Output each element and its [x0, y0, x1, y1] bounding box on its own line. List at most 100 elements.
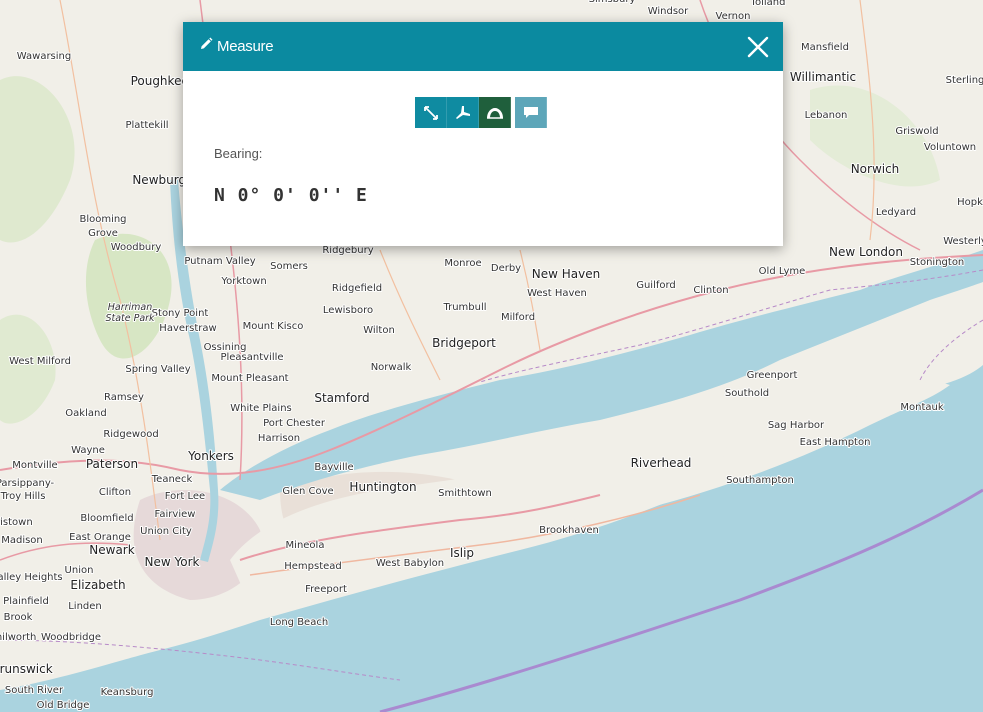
measure-panel: Measure Bearing: N 0° 0' 0'' E — [183, 22, 783, 246]
place-label: Blooming — [79, 214, 126, 225]
place-label: Griswold — [895, 126, 938, 137]
place-label: Plainfield — [3, 596, 49, 607]
place-label: Guilford — [636, 280, 676, 291]
comment-icon — [523, 106, 538, 118]
place-label: West Haven — [527, 288, 587, 299]
place-label: Clifton — [99, 487, 131, 498]
place-label: Brookhaven — [539, 525, 599, 536]
place-label: Fort Lee — [165, 491, 205, 502]
place-label: Stonington — [910, 257, 965, 268]
place-label: Parsippany- — [0, 478, 55, 489]
place-label: Somers — [270, 261, 308, 272]
place-label: East Hampton — [800, 437, 871, 448]
place-label: Derby — [491, 263, 521, 274]
place-label: Windsor — [648, 6, 689, 17]
place-label: Wilton — [363, 325, 395, 336]
place-label: Sterling — [946, 75, 983, 86]
pencil-icon — [199, 37, 213, 56]
place-label: Mount Pleasant — [211, 373, 288, 384]
place-label: Norwich — [851, 162, 900, 176]
close-icon — [747, 36, 769, 57]
place-label: Westerly — [943, 236, 983, 247]
place-label: Ledyard — [876, 207, 916, 218]
place-label: Freeport — [305, 584, 347, 595]
place-label: Kenilworth — [0, 632, 36, 643]
place-label: Glen Cove — [282, 486, 333, 497]
place-label: Old Bridge — [37, 700, 90, 711]
place-label: Brunswick — [0, 662, 53, 676]
place-label: Paterson — [86, 457, 138, 471]
bearing-value: N 0° 0' 0'' E — [214, 185, 368, 206]
place-label: Linden — [68, 601, 102, 612]
measure-area-button[interactable] — [447, 97, 479, 128]
place-label: Islip — [450, 546, 474, 560]
place-label: Montauk — [900, 402, 943, 413]
place-label: Valley Heights — [0, 572, 63, 583]
place-label: Elizabeth — [70, 578, 125, 592]
place-label: Milford — [501, 312, 535, 323]
place-label: Oakland — [65, 408, 106, 419]
place-label: Yonkers — [187, 449, 234, 463]
place-label: Monroe — [444, 258, 481, 269]
title-wrap: Measure — [199, 37, 274, 56]
place-label: Plattekill — [125, 120, 168, 131]
place-label: East Orange — [69, 532, 131, 543]
place-label: White Plains — [230, 403, 292, 414]
measure-bearing-button[interactable] — [479, 97, 511, 128]
place-label: New London — [829, 245, 903, 259]
place-label: Morristown — [0, 517, 33, 528]
place-label: Montville — [12, 460, 57, 471]
place-label: Greenport — [747, 370, 798, 381]
place-label: Port Chester — [263, 418, 326, 429]
place-label: Troy Hills — [0, 491, 45, 502]
place-label: Sag Harbor — [768, 420, 825, 431]
place-label: Teaneck — [151, 474, 193, 485]
place-label: Bloomfield — [80, 513, 133, 524]
place-label: Spring Valley — [125, 364, 190, 375]
place-label: New York — [145, 555, 200, 569]
place-label: Fairview — [155, 509, 196, 520]
comment-button[interactable] — [515, 97, 547, 128]
place-label: Norwalk — [371, 362, 412, 373]
place-label: West Babylon — [376, 558, 444, 569]
place-label: Lebanon — [805, 110, 848, 121]
place-label: Wawarsing — [17, 51, 71, 62]
place-label: Harriman — [108, 302, 153, 313]
place-label: Simsbury — [589, 0, 636, 5]
place-label: State Park — [105, 313, 155, 324]
place-label: Woodbridge — [41, 632, 101, 643]
close-button[interactable] — [746, 35, 770, 59]
place-label: Grove — [88, 228, 118, 239]
measure-toolbar — [415, 97, 547, 128]
place-label: Southampton — [726, 475, 794, 486]
place-label: Woodbury — [111, 242, 162, 253]
place-label: Union — [65, 565, 94, 576]
place-label: New Haven — [532, 267, 600, 281]
place-label: South River — [5, 685, 64, 696]
place-label: Madison — [1, 535, 43, 546]
place-label: Voluntown — [924, 142, 976, 153]
place-label: Lewisboro — [323, 305, 373, 316]
place-label: West Milford — [9, 356, 71, 367]
place-label: Huntington — [349, 480, 416, 494]
place-label: Wayne — [71, 445, 105, 456]
place-label: Southold — [725, 388, 769, 399]
place-label: Riverhead — [631, 456, 692, 470]
place-label: Pleasantville — [220, 352, 283, 363]
place-label: Newark — [89, 543, 134, 557]
measure-distance-button[interactable] — [415, 97, 447, 128]
place-label: Mount Kisco — [243, 321, 304, 332]
place-label: Bayville — [314, 462, 353, 473]
place-label: Harrison — [258, 433, 300, 444]
place-label: Hempstead — [284, 561, 342, 572]
place-label: Yorktown — [220, 276, 266, 287]
place-label: Vernon — [716, 11, 751, 22]
place-label: Tolland — [750, 0, 786, 8]
place-label: Bridgeport — [432, 336, 496, 350]
place-label: Ridgewood — [103, 429, 158, 440]
place-label: Willimantic — [790, 70, 856, 84]
place-label: Union City — [140, 526, 192, 537]
measure-distance-icon — [423, 105, 438, 120]
measure-bearing-icon — [486, 107, 503, 119]
place-label: Long Beach — [270, 617, 328, 628]
